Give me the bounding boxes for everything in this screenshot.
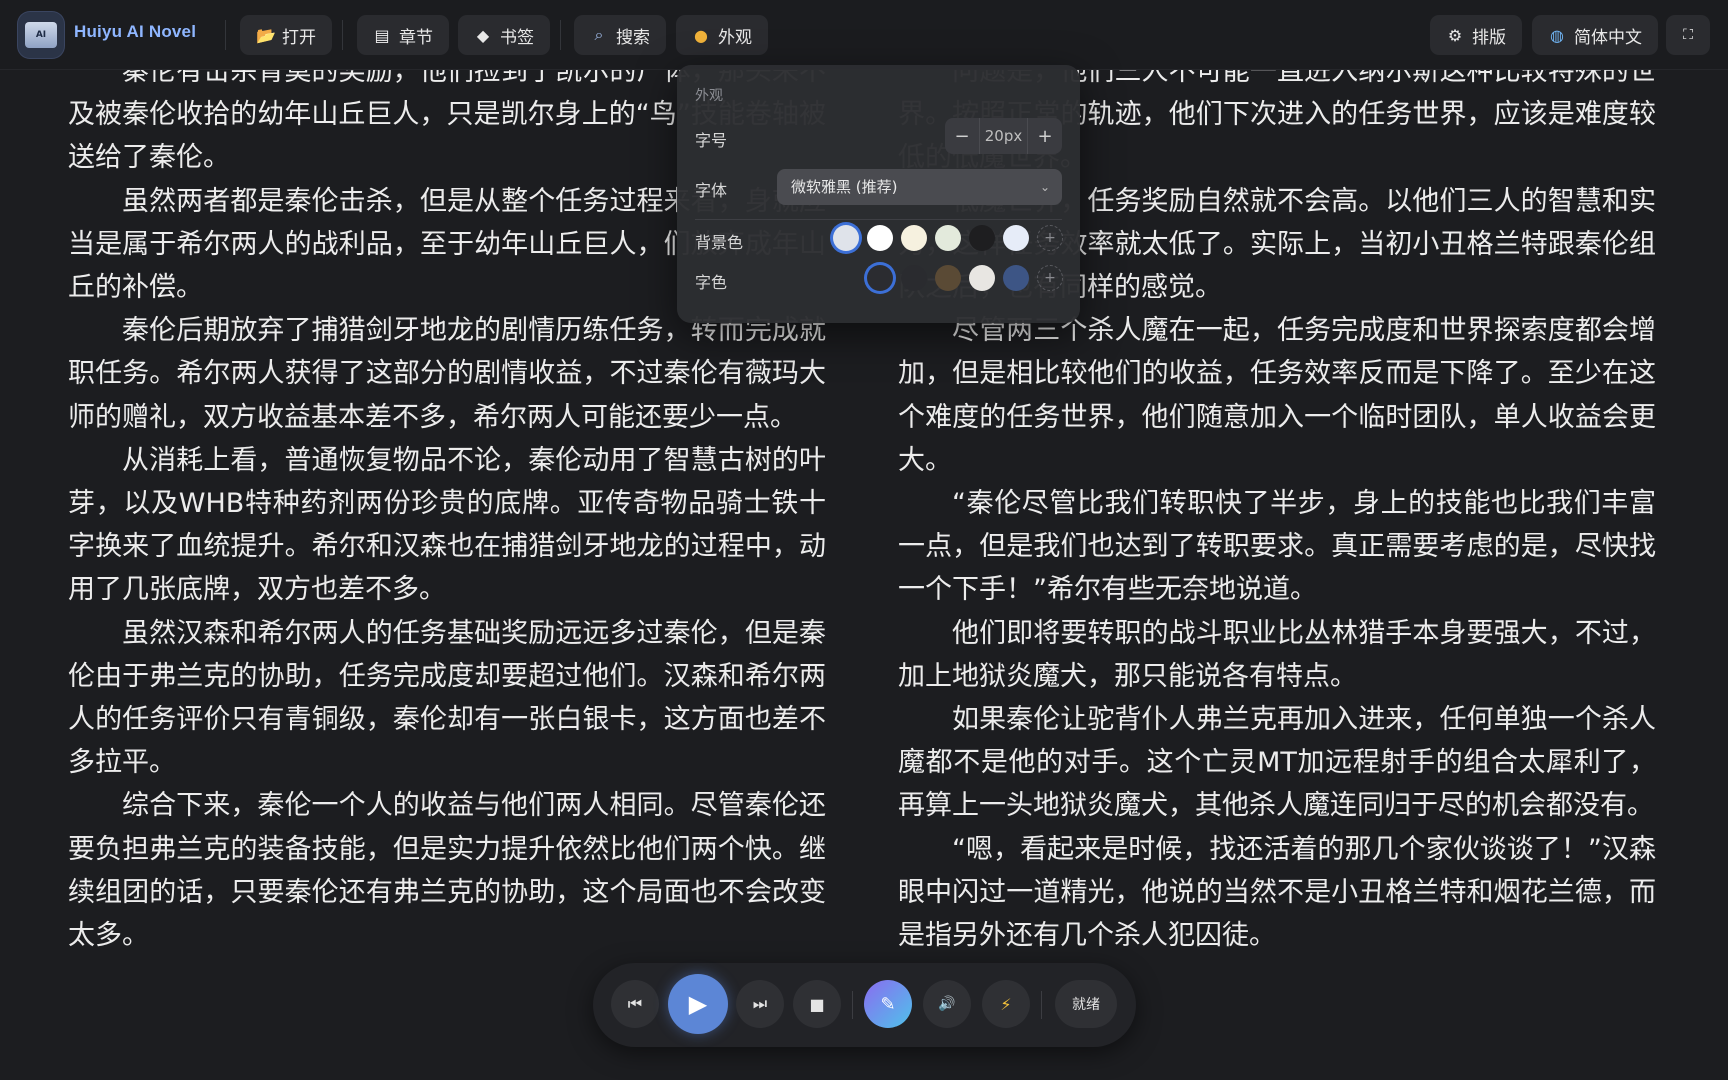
palette-icon: ●: [694, 25, 708, 45]
folder-icon: 📂: [256, 25, 276, 45]
document-icon: ▤: [374, 25, 390, 45]
background-color-swatch[interactable]: [935, 225, 961, 251]
search-button-label: 搜索: [616, 27, 650, 48]
voice-select-button[interactable]: ✎: [864, 980, 912, 1028]
font-family-label: 字体: [695, 181, 728, 200]
appearance-panel-title: 外观: [695, 88, 723, 104]
layout-button[interactable]: ⚙ 排版: [1430, 15, 1522, 55]
speed-button[interactable]: ⚡: [982, 980, 1030, 1028]
chapters-button-label: 章节: [399, 27, 433, 48]
toolbar-divider: [342, 20, 343, 50]
paragraph: 秦伦后期放弃了捕猎剑牙地龙的剧情历练任务，转而完成就职任务。希尔两人获得了这部分…: [68, 315, 826, 433]
background-color-label: 背景色: [695, 233, 744, 252]
open-button-label: 打开: [282, 27, 316, 48]
text-color-swatch[interactable]: [867, 265, 893, 291]
voice-icon: ✎: [880, 993, 896, 1015]
paragraph: 如果秦伦让驼背仆人弗兰克再加入进来，任何单独一个杀人魔都不是他的对手。这个亡灵M…: [898, 704, 1656, 822]
toolbar-divider: [225, 20, 226, 50]
play-button[interactable]: ▶: [668, 974, 728, 1034]
search-button[interactable]: ⌕ 搜索: [574, 15, 666, 55]
layout-button-label: 排版: [1472, 27, 1506, 48]
text-color-swatch[interactable]: [935, 265, 961, 291]
language-button-label: 简体中文: [1574, 27, 1642, 48]
background-color-swatch[interactable]: [833, 225, 859, 251]
paragraph: 他们即将要转职的战斗职业比丛林猎手本身要强大，不过，加上地狱炎魔犬，那只能说各有…: [898, 617, 1656, 692]
text-color-swatch[interactable]: [1003, 265, 1029, 291]
text-color-swatch[interactable]: [969, 265, 995, 291]
fullscreen-icon: ⛶: [1683, 27, 1693, 43]
background-color-swatch[interactable]: [1003, 225, 1029, 251]
chevron-down-icon: ⌄: [1039, 180, 1050, 194]
chapters-button[interactable]: ▤ 章节: [357, 15, 449, 55]
appearance-panel: 外观 字号 − 20px + 字体 微软雅黑 (推荐) ⌄ 背景色 + 字色 +: [677, 65, 1080, 323]
paragraph: 尽管两三个杀人魔在一起，任务完成度和世界探索度都会增加，但是相比较他们的收益，任…: [898, 315, 1656, 476]
app-logo: [18, 12, 64, 58]
top-toolbar: Huiyu AI Novel 📂 打开 ▤ 章节 ◆ 书签 ⌕ 搜索 ● 外观 …: [0, 0, 1728, 70]
toolbar-divider: [560, 20, 561, 50]
language-button[interactable]: ◍ 简体中文: [1532, 15, 1658, 55]
paragraph: 综合下来，秦伦一个人的收益与他们两人相同。尽管秦伦还要负担弗兰克的装备技能，但是…: [68, 790, 826, 952]
bookmarks-button-label: 书签: [500, 27, 534, 48]
background-color-swatch[interactable]: [969, 225, 995, 251]
text-color-label: 字色: [695, 273, 728, 292]
background-color-add-button[interactable]: +: [1037, 225, 1063, 251]
volume-icon: 🔊: [938, 996, 956, 1012]
open-button[interactable]: 📂 打开: [240, 15, 332, 55]
paragraph: 从消耗上看，普通恢复物品不论，秦伦动用了智慧古树的叶芽，以及WHB特种药剂两份珍…: [68, 444, 826, 606]
font-family-select[interactable]: 微软雅黑 (推荐) ⌄: [777, 169, 1062, 205]
skip-back-icon: ⏮: [627, 994, 643, 1013]
paragraph: 虽然汉森和希尔两人的任务基础奖励远远多过秦伦，但是秦伦由于弗兰克的协助，任务完成…: [68, 617, 826, 779]
lightning-icon: ⚡: [1000, 994, 1012, 1014]
volume-button[interactable]: 🔊: [923, 980, 971, 1028]
fullscreen-button[interactable]: ⛶: [1666, 15, 1710, 55]
paragraph: “秦伦尽管比我们转职快了半步，身上的技能也比我们丰富一点，但是我们也达到了转职要…: [898, 488, 1656, 606]
font-family-value: 微软雅黑 (推荐): [791, 178, 898, 196]
bookmarks-button[interactable]: ◆ 书签: [458, 15, 550, 55]
book-icon: [25, 22, 57, 48]
font-size-stepper: − 20px +: [945, 118, 1062, 154]
paragraph: “嗯，看起来是时候，找还活着的那几个家伙谈谈了！”汉森眼中闪过一道精光，他说的当…: [898, 833, 1656, 952]
appearance-button-label: 外观: [718, 27, 752, 48]
background-color-swatch[interactable]: [867, 225, 893, 251]
stop-button[interactable]: ■: [793, 980, 841, 1028]
appearance-button[interactable]: ● 外观: [676, 15, 768, 55]
player-status: 就绪: [1055, 980, 1117, 1028]
play-icon: ▶: [688, 990, 708, 1018]
gear-icon: ⚙: [1447, 25, 1463, 45]
stop-icon: ■: [809, 994, 825, 1014]
skip-forward-icon: ⏭: [752, 994, 768, 1013]
panel-divider: [695, 219, 1062, 220]
background-color-swatch[interactable]: [901, 225, 927, 251]
app-title: Huiyu AI Novel: [74, 22, 197, 41]
search-icon: ⌕: [594, 25, 604, 44]
globe-icon: ◍: [1550, 25, 1564, 45]
tts-player-bar: ⏮ ▶ ⏭ ■ ✎ 🔊 ⚡ 就绪: [593, 963, 1136, 1047]
font-size-decrease-button[interactable]: −: [945, 126, 979, 147]
text-color-add-button[interactable]: +: [1037, 265, 1063, 291]
previous-button[interactable]: ⏮: [611, 980, 659, 1028]
text-color-swatch[interactable]: [901, 265, 927, 291]
font-size-value: 20px: [979, 118, 1028, 154]
bookmark-icon: ◆: [476, 25, 490, 45]
player-divider: [1041, 991, 1042, 1019]
player-divider: [852, 991, 853, 1019]
font-size-increase-button[interactable]: +: [1028, 126, 1062, 147]
font-size-label: 字号: [695, 131, 728, 150]
next-button[interactable]: ⏭: [736, 980, 784, 1028]
